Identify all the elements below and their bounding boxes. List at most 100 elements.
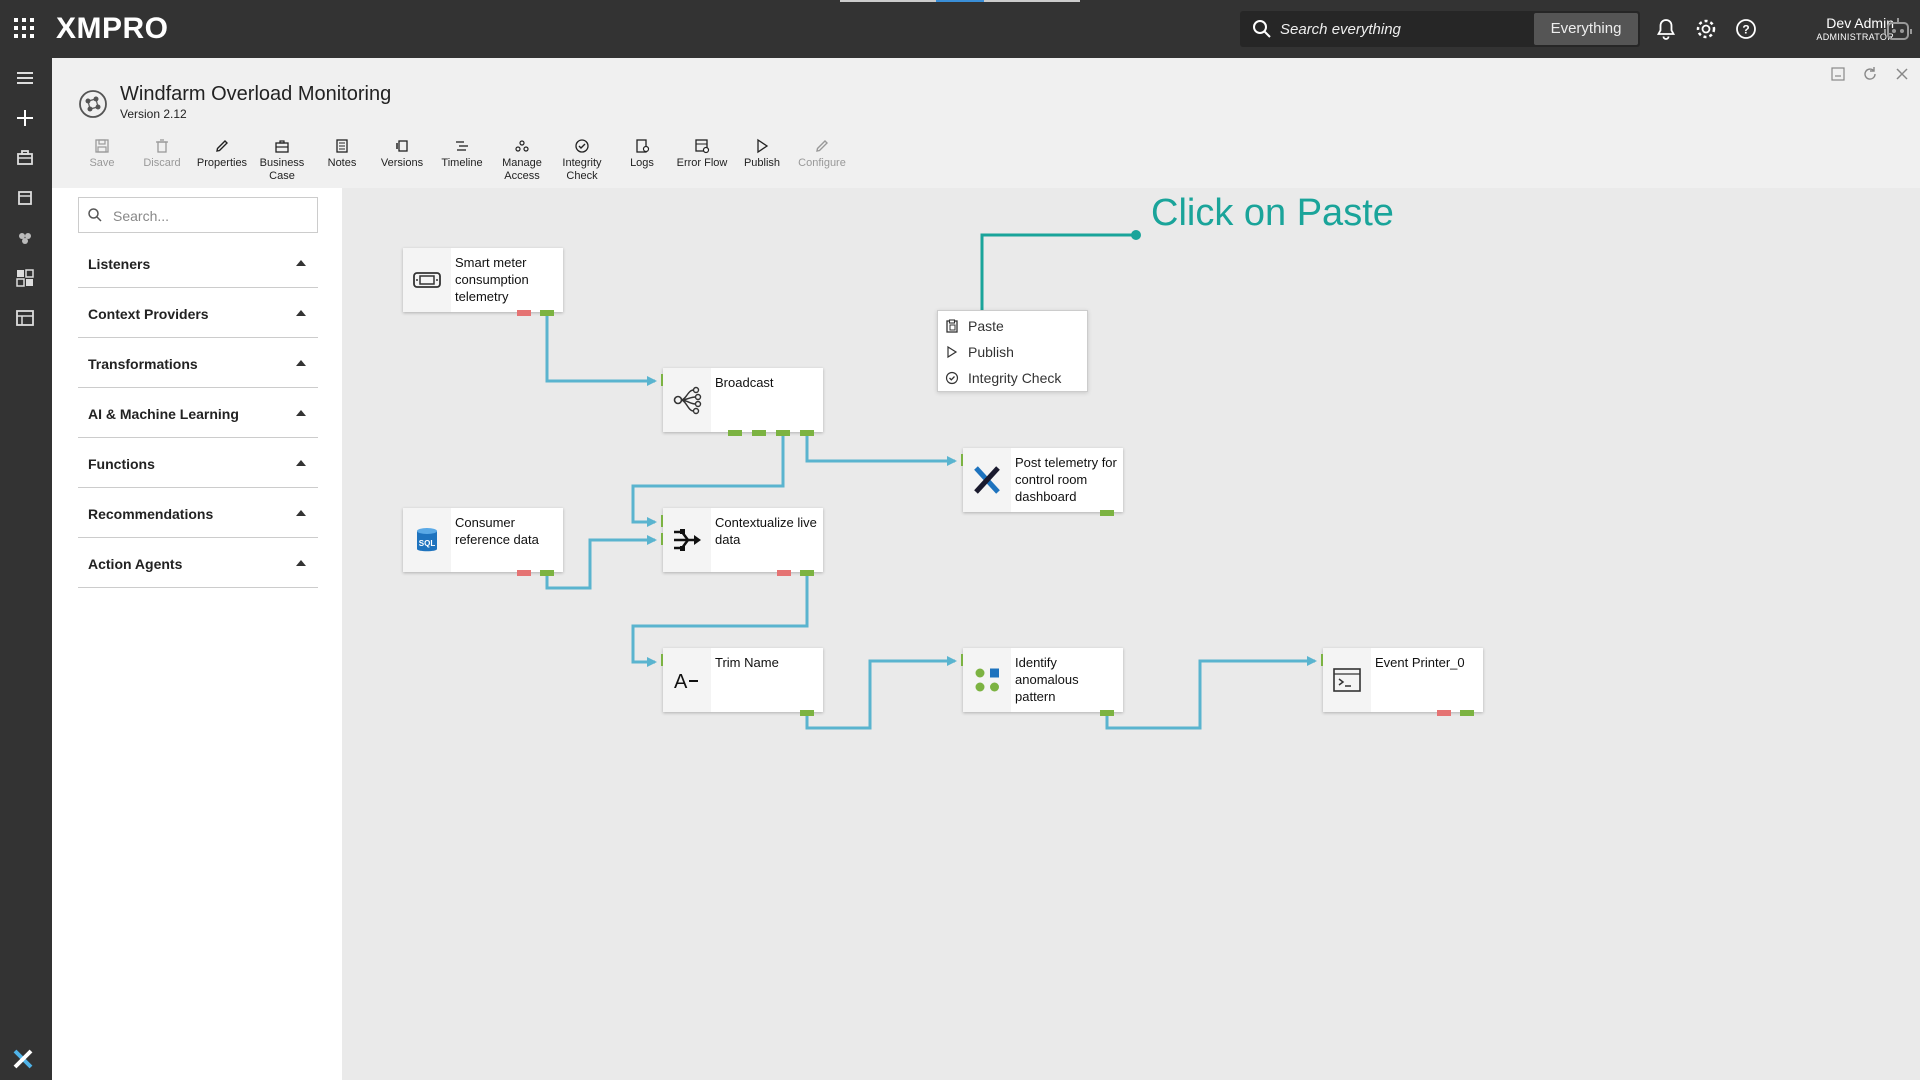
error-port[interactable]: [1437, 710, 1451, 716]
terminal-icon: [1333, 668, 1361, 692]
error-flow-button[interactable]: Error Flow: [672, 136, 732, 186]
flow-canvas[interactable]: [342, 188, 1920, 1080]
calendar-icon[interactable]: [13, 186, 37, 210]
pencil-icon: [816, 140, 828, 152]
node-label: Contextualize live data: [715, 515, 817, 547]
svg-text:?: ?: [1742, 23, 1749, 37]
chevron-up-icon: [296, 310, 306, 316]
node-label: Consumer reference data: [455, 515, 539, 547]
node-label: Event Printer_0: [1375, 655, 1465, 670]
briefcase-icon[interactable]: [13, 146, 37, 170]
tutorial-annotation: Click on Paste: [1151, 192, 1394, 234]
agents-icon[interactable]: [13, 226, 37, 250]
category-context-providers[interactable]: Context Providers: [78, 288, 318, 338]
output-port[interactable]: [800, 430, 814, 436]
notes-button[interactable]: Notes: [312, 136, 372, 186]
toolbox-search-input[interactable]: Search...: [78, 197, 318, 233]
user-name[interactable]: Dev Admin: [1790, 15, 1894, 31]
category-recommendations[interactable]: Recommendations: [78, 488, 318, 538]
xmpro-mark-icon[interactable]: [12, 1048, 34, 1070]
output-port[interactable]: [800, 570, 814, 576]
context-menu-publish[interactable]: Publish: [938, 339, 1089, 365]
clipboard-icon: [946, 319, 958, 333]
category-action-agents[interactable]: Action Agents: [78, 538, 318, 588]
logs-button[interactable]: Logs: [612, 136, 672, 186]
node-post-telemetry[interactable]: Post telemetry for control room dashboar…: [961, 448, 1123, 516]
discard-button[interactable]: Discard: [132, 136, 192, 186]
search-icon: [88, 208, 102, 222]
toolbox-panel: Search... Listeners Context Providers Tr…: [52, 188, 342, 1080]
apps-grid-icon[interactable]: [13, 266, 37, 290]
output-port[interactable]: [1100, 510, 1114, 516]
xmpro-logo[interactable]: XMPRO: [56, 12, 169, 46]
global-search[interactable]: Search everything Everything: [1240, 11, 1640, 47]
node-label: Identify anomalous pattern: [1015, 655, 1079, 704]
node-smart-meter[interactable]: Smart meter consumption telemetry: [403, 248, 563, 316]
timeline-button[interactable]: Timeline: [432, 136, 492, 186]
save-button[interactable]: Save: [72, 136, 132, 186]
page-title: Windfarm Overload Monitoring: [120, 83, 392, 105]
versions-button[interactable]: Versions: [372, 136, 432, 186]
context-menu-integrity-check[interactable]: Integrity Check: [938, 365, 1089, 391]
meter-icon: [413, 272, 441, 288]
error-port[interactable]: [517, 570, 531, 576]
output-port[interactable]: [752, 430, 766, 436]
robot-avatar-icon[interactable]: [1882, 14, 1914, 46]
pencil-icon: [216, 140, 228, 152]
publish-button[interactable]: Publish: [732, 136, 792, 186]
svg-text:A: A: [674, 671, 688, 693]
node-identify[interactable]: Identify anomalous pattern: [961, 648, 1123, 716]
menu-icon[interactable]: [13, 66, 37, 90]
text-trim-icon: A: [674, 671, 698, 693]
data-stream-logo-icon: [79, 90, 107, 118]
sql-icon: SQL: [417, 528, 437, 552]
node-contextualize[interactable]: Contextualize live data: [661, 508, 823, 576]
category-listeners[interactable]: Listeners: [78, 238, 318, 288]
configure-button[interactable]: Configure: [792, 136, 852, 186]
context-menu-paste[interactable]: Paste: [938, 313, 1089, 339]
refresh-icon[interactable]: [1862, 66, 1878, 82]
access-icon: [515, 140, 529, 152]
category-transformations[interactable]: Transformations: [78, 338, 318, 388]
search-input[interactable]: Search everything: [1280, 21, 1401, 38]
node-label: Smart meter consumption telemetry: [455, 255, 529, 304]
integrity-check-button[interactable]: Integrity Check: [552, 136, 612, 186]
gear-icon[interactable]: [1694, 17, 1718, 41]
node-consumer[interactable]: SQL Consumer reference data: [403, 508, 563, 576]
output-port[interactable]: [800, 710, 814, 716]
output-port[interactable]: [728, 430, 742, 436]
manage-access-button[interactable]: Manage Access: [492, 136, 552, 186]
versions-icon: [396, 140, 408, 152]
briefcase-icon: [275, 140, 289, 153]
svg-text:SQL: SQL: [419, 539, 436, 548]
output-port[interactable]: [540, 570, 554, 576]
bell-icon[interactable]: [1654, 17, 1678, 41]
error-port[interactable]: [517, 310, 531, 316]
data-stream-icon[interactable]: [13, 306, 37, 330]
plus-icon[interactable]: [13, 106, 37, 130]
top-bar: XMPRO Search everything Everything ? Dev…: [0, 0, 1920, 58]
check-circle-icon: [945, 371, 959, 385]
node-broadcast[interactable]: Broadcast: [661, 368, 823, 436]
close-icon[interactable]: [1894, 66, 1910, 82]
category-ai-machine-learning[interactable]: AI & Machine Learning: [78, 388, 318, 438]
minimize-icon[interactable]: [1830, 66, 1846, 82]
output-port[interactable]: [1460, 710, 1474, 716]
timeline-icon: [456, 141, 468, 151]
output-port[interactable]: [540, 310, 554, 316]
node-trim-name[interactable]: A Trim Name: [661, 648, 823, 716]
business-case-button[interactable]: Business Case: [252, 136, 312, 186]
output-port[interactable]: [776, 430, 790, 436]
help-icon[interactable]: ?: [1734, 17, 1758, 41]
output-port[interactable]: [1100, 710, 1114, 716]
notes-icon: [336, 139, 348, 153]
play-icon: [947, 345, 958, 359]
node-event-printer[interactable]: Event Printer_0: [1321, 648, 1483, 716]
app-launcher-icon[interactable]: [14, 18, 34, 38]
search-scope-dropdown[interactable]: Everything: [1534, 13, 1638, 45]
user-role: ADMINISTRATOR: [1816, 32, 1894, 42]
error-port[interactable]: [777, 570, 791, 576]
category-functions[interactable]: Functions: [78, 438, 318, 488]
trash-icon: [156, 139, 168, 153]
properties-button[interactable]: Properties: [192, 136, 252, 186]
